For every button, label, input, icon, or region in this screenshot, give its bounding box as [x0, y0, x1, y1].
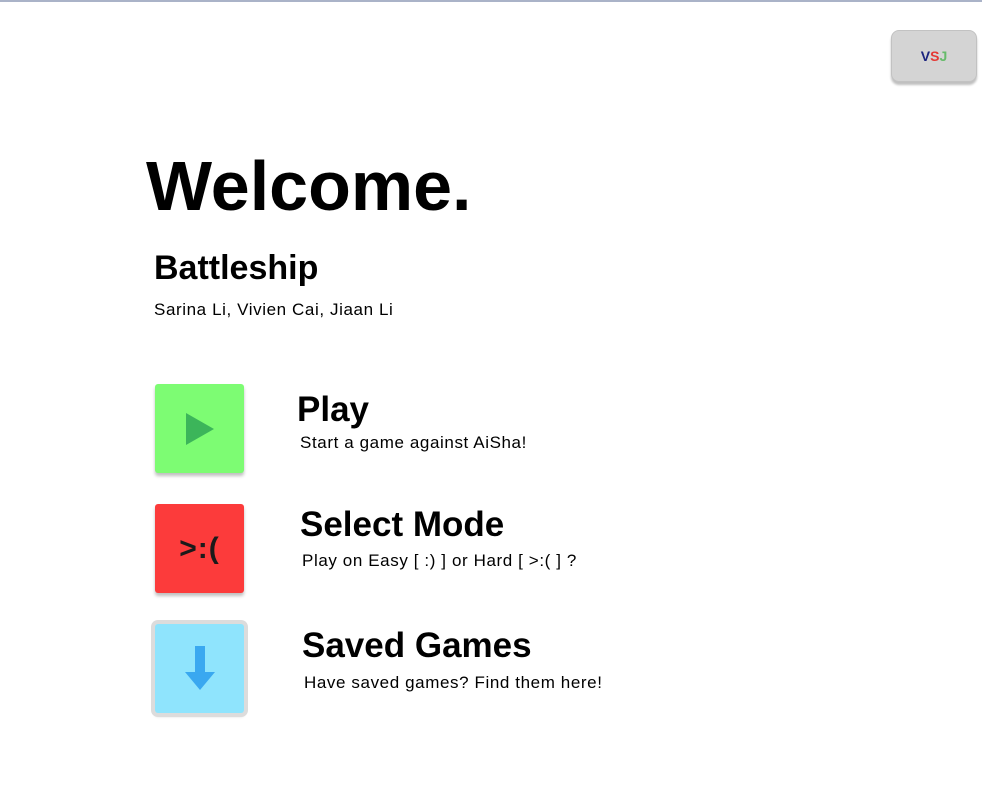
select-mode-title[interactable]: Select Mode [300, 504, 504, 546]
main-window: V S J Welcome. Battleship Sarina Li, Viv… [0, 0, 982, 811]
download-arrow-icon [184, 645, 215, 690]
play-description: Start a game against AiSha! [300, 433, 527, 452]
welcome-heading: Welcome. [146, 147, 472, 225]
vsj-logo-button[interactable]: V S J [891, 30, 977, 82]
play-button[interactable] [155, 384, 244, 473]
play-title[interactable]: Play [297, 389, 369, 431]
logo-letter-s: S [930, 48, 940, 64]
play-icon [185, 412, 214, 445]
logo-letter-v: V [920, 48, 931, 64]
saved-games-description: Have saved games? Find them here! [304, 673, 603, 692]
logo-letter-j: J [939, 48, 948, 64]
saved-games-title[interactable]: Saved Games [302, 625, 532, 667]
select-mode-button[interactable]: >:( [155, 504, 244, 593]
authors-text: Sarina Li, Vivien Cai, Jiaan Li [154, 300, 394, 319]
select-mode-description: Play on Easy [ :) ] or Hard [ >:( ] ? [302, 551, 577, 570]
angry-face-icon: >:( [179, 531, 220, 565]
saved-games-button[interactable] [155, 624, 244, 713]
app-title: Battleship [154, 249, 319, 287]
